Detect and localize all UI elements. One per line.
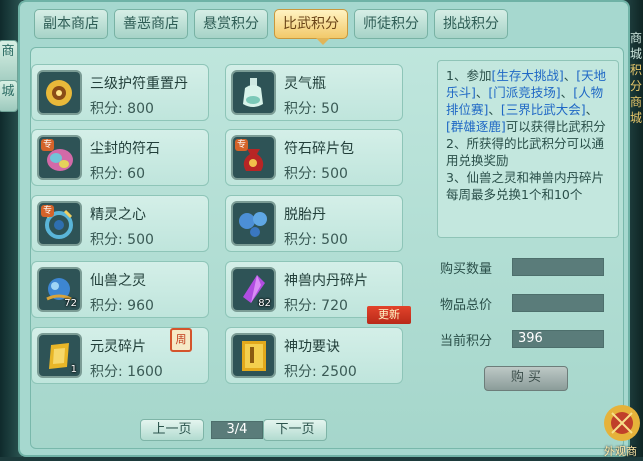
info-text: 1、参加 bbox=[446, 68, 492, 83]
item-price: 积分: 500 bbox=[284, 166, 348, 182]
shop-item[interactable]: 三级护符重置丹 积分: 800 bbox=[31, 64, 209, 121]
spirit-bottle-icon bbox=[231, 70, 276, 115]
right-glyph: 分 bbox=[629, 79, 642, 93]
item-count: 72 bbox=[64, 298, 77, 309]
activity-link[interactable]: [群雄逐鹿] bbox=[446, 119, 506, 134]
quantity-label: 购买数量 bbox=[440, 262, 493, 277]
page-indicator: 3/4 bbox=[211, 421, 263, 439]
next-page-button[interactable]: 下一页 bbox=[263, 419, 327, 441]
new-tag: 更新 bbox=[367, 306, 411, 324]
item-name: 脱胎丹 bbox=[284, 207, 326, 223]
shop-item[interactable]: 72 仙兽之灵 积分: 960 bbox=[31, 261, 209, 318]
amulet-reset-pill-icon bbox=[37, 70, 82, 115]
info-text: 、 bbox=[585, 102, 599, 117]
item-name: 灵气瓶 bbox=[284, 76, 326, 92]
yuanling-fragment-icon: 1 bbox=[37, 333, 82, 378]
rebirth-pill-icon bbox=[231, 201, 276, 246]
beast-core-fragment-icon: 82 bbox=[231, 267, 276, 312]
item-price: 积分: 960 bbox=[90, 298, 154, 314]
item-count: 82 bbox=[258, 298, 271, 309]
runestone-fragment-bag-icon: 专 bbox=[231, 135, 276, 180]
prev-page-button[interactable]: 上一页 bbox=[140, 419, 204, 441]
right-side-tabs[interactable]: 商 城 积 分 商 城 bbox=[629, 30, 643, 126]
tab-karma-shop[interactable]: 善恶商店 bbox=[114, 9, 188, 39]
info-text: 、 bbox=[560, 85, 574, 100]
item-name: 神兽内丹碎片 bbox=[284, 273, 368, 289]
exclusive-badge: 专 bbox=[41, 205, 55, 217]
info-text: 、 bbox=[563, 68, 577, 83]
tab-mentor-points[interactable]: 师徒积分 bbox=[354, 9, 428, 39]
item-price: 积分: 500 bbox=[284, 232, 348, 248]
right-glyph: 积 bbox=[629, 63, 642, 77]
shop-item[interactable]: 脱胎丹 积分: 500 bbox=[225, 195, 403, 252]
item-name: 三级护符重置丹 bbox=[90, 76, 188, 92]
item-count: 1 bbox=[70, 364, 77, 375]
item-name: 符石碎片包 bbox=[284, 141, 354, 157]
item-name: 元灵碎片 bbox=[90, 339, 146, 355]
tab-dungeon-shop[interactable]: 副本商店 bbox=[34, 9, 108, 39]
item-price: 积分: 2500 bbox=[284, 364, 357, 380]
total-price-value bbox=[512, 294, 604, 312]
item-price: 积分: 50 bbox=[284, 101, 339, 117]
quantity-input[interactable] bbox=[512, 258, 604, 276]
tab-arena-points[interactable]: 比武积分 bbox=[274, 9, 348, 39]
info-text: 3、仙兽之灵和神兽内丹碎片每周最多兑换1个和10个 bbox=[446, 170, 604, 202]
current-points-label: 当前积分 bbox=[440, 334, 493, 349]
right-glyph: 城 bbox=[629, 47, 642, 61]
shop-item[interactable]: 专 符石碎片包 积分: 500 bbox=[225, 129, 403, 186]
side-tab-mall-lower[interactable]: 城 bbox=[0, 80, 18, 112]
active-tab-pointer bbox=[316, 38, 330, 45]
side-tab-glyph-2: 城 bbox=[1, 84, 15, 99]
item-name: 仙兽之灵 bbox=[90, 273, 146, 289]
item-name: 神功要诀 bbox=[284, 339, 340, 355]
item-price: 积分: 1600 bbox=[90, 364, 163, 380]
right-glyph: 城 bbox=[629, 111, 642, 125]
info-text: 2、所获得的比武积分可以通用兑换奖励 bbox=[446, 136, 604, 168]
info-text: 、 bbox=[475, 85, 489, 100]
item-name: 精灵之心 bbox=[90, 207, 146, 223]
right-glyph: 商 bbox=[629, 31, 642, 45]
spirit-heart-icon: 专 bbox=[37, 201, 82, 246]
appearance-shop-button[interactable]: 外观商 bbox=[598, 395, 643, 458]
total-price-label: 物品总价 bbox=[440, 298, 493, 313]
skill-book-icon bbox=[231, 333, 276, 378]
beast-spirit-icon: 72 bbox=[37, 267, 82, 312]
item-name: 尘封的符石 bbox=[90, 141, 160, 157]
tab-bar: 副本商店 善恶商店 悬赏积分 比武积分 师徒积分 挑战积分 bbox=[34, 9, 508, 39]
item-price: 积分: 800 bbox=[90, 101, 154, 117]
info-text: 可以获得比武积分 bbox=[505, 119, 606, 134]
shop-item[interactable]: 专 精灵之心 积分: 500 bbox=[31, 195, 209, 252]
exclusive-badge: 专 bbox=[41, 139, 55, 151]
right-glyph: 商 bbox=[629, 95, 642, 109]
exclusive-badge: 专 bbox=[235, 139, 249, 151]
shop-item[interactable]: 神功要诀 积分: 2500 bbox=[225, 327, 403, 384]
current-points-value: 396 bbox=[512, 330, 604, 348]
tab-challenge-points[interactable]: 挑战积分 bbox=[434, 9, 508, 39]
activity-link[interactable]: [门派竞技场] bbox=[488, 85, 560, 100]
rules-info-box: 1、参加[生存大挑战]、[天地乐斗]、[门派竞技场]、[人物排位赛]、[三界比武… bbox=[437, 60, 619, 238]
side-tab-glyph-1: 商 bbox=[1, 44, 15, 59]
buy-button[interactable]: 购 买 bbox=[484, 366, 568, 391]
activity-link[interactable]: [三界比武大会] bbox=[501, 102, 586, 117]
item-price: 积分: 720 bbox=[284, 298, 348, 314]
weekly-tag: 周 bbox=[170, 328, 192, 352]
activity-link[interactable]: [生存大挑战] bbox=[491, 68, 563, 83]
shop-item[interactable]: 灵气瓶 积分: 50 bbox=[225, 64, 403, 121]
info-text: 、 bbox=[488, 102, 501, 117]
sealed-runestone-icon: 专 bbox=[37, 135, 82, 180]
shop-item[interactable]: 专 尘封的符石 积分: 60 bbox=[31, 129, 209, 186]
item-price: 积分: 500 bbox=[90, 232, 154, 248]
item-price: 积分: 60 bbox=[90, 166, 145, 182]
tab-bounty-points[interactable]: 悬赏积分 bbox=[194, 9, 268, 39]
